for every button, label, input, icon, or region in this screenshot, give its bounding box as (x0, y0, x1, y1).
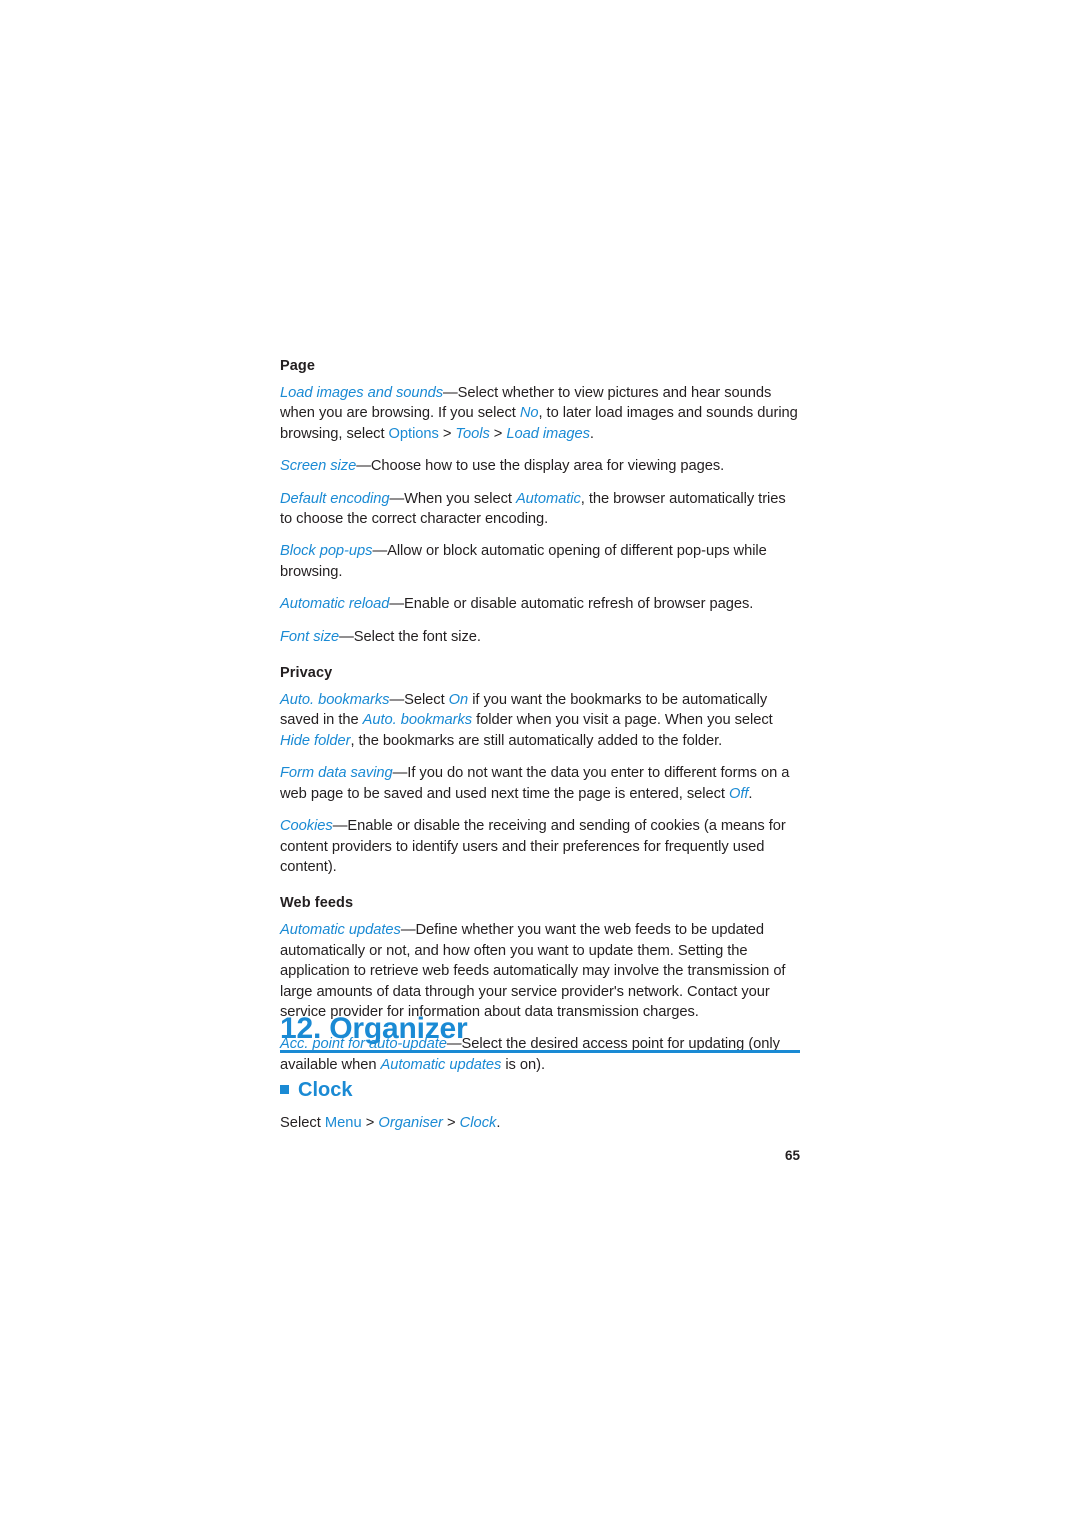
text-run: . (748, 785, 753, 802)
paragraph: Block pop-ups—Allow or block automatic o… (280, 541, 800, 582)
emphasis-term: No (519, 405, 539, 422)
privacy-paragraphs: Auto. bookmarks—Select On if you want th… (280, 690, 800, 877)
ui-term: Menu (324, 1115, 362, 1131)
emphasis-term: Default encoding (280, 490, 390, 507)
manual-page: Page Load images and sounds—Select wheth… (0, 0, 1080, 1528)
emphasis-term: Auto. bookmarks (280, 692, 390, 709)
emphasis-term: Cookies (280, 818, 333, 835)
heading-page: Page (280, 358, 316, 374)
text-run: folder when you visit a page. When you s… (472, 712, 773, 729)
text-run: —Enable or disable automatic refresh of … (389, 596, 754, 613)
emphasis-term: Off (728, 785, 749, 802)
text-run: > (361, 1115, 379, 1131)
emphasis-term: Form data saving (280, 765, 393, 782)
text-run: —Enable or disable the receiving and sen… (280, 818, 786, 875)
emphasis-term: Load images (506, 425, 590, 442)
heading-web-feeds: Web feeds (280, 895, 354, 912)
text-run: > (438, 425, 456, 442)
emphasis-term: Organiser (378, 1115, 443, 1131)
clock-select-path: Select Menu > Organiser > Clock. (280, 1113, 800, 1133)
text-run: Select (280, 1115, 325, 1131)
text-run: , the bookmarks are still automatically … (350, 732, 723, 749)
body-content: Page Load images and sounds—Select wheth… (280, 358, 800, 1075)
emphasis-term: Block pop-ups (280, 543, 373, 560)
emphasis-term: Load images and sounds (280, 385, 444, 401)
ui-term: Options (388, 425, 439, 442)
text-run: > (489, 425, 507, 442)
paragraph: Auto. bookmarks—Select On if you want th… (280, 690, 800, 751)
emphasis-term: Font size (280, 628, 340, 645)
paragraph: Automatic reload—Enable or disable autom… (280, 594, 800, 614)
text-run: —Choose how to use the display area for … (356, 458, 725, 475)
paragraph: Cookies—Enable or disable the receiving … (280, 816, 800, 877)
text-run: —Select (389, 692, 449, 709)
square-bullet-icon (280, 1084, 289, 1094)
text-run: . (496, 1115, 501, 1131)
text-run: is on). (501, 1056, 545, 1073)
section-title-label: Clock (298, 1079, 353, 1101)
text-run: . (589, 425, 594, 442)
emphasis-term: Clock (459, 1115, 497, 1131)
emphasis-term: Auto. bookmarks (362, 712, 473, 729)
text-run: —When you select (389, 490, 516, 507)
chapter-title: 12. Organizer (280, 1012, 468, 1045)
emphasis-term: Automatic updates (280, 922, 401, 939)
paragraph: Font size—Select the font size. (280, 627, 800, 647)
paragraph: Automatic updates—Define whether you wan… (280, 920, 800, 1022)
emphasis-term: Automatic updates (380, 1056, 502, 1073)
chapter-underline (280, 1050, 800, 1053)
heading-privacy: Privacy (280, 665, 333, 682)
emphasis-term: Automatic reload (280, 596, 390, 613)
page-paragraphs: Load images and sounds—Select whether to… (280, 383, 800, 647)
paragraph: Default encoding—When you select Automat… (280, 489, 800, 530)
paragraph: Screen size—Choose how to use the displa… (280, 456, 800, 476)
emphasis-term: Automatic (515, 490, 581, 507)
page-number: 65 (784, 1148, 800, 1163)
section-title-clock: Clock (280, 1078, 800, 1102)
section-heading-block: Clock (280, 1078, 800, 1102)
emphasis-term: Tools (455, 425, 490, 442)
chapter-heading-block: 12. Organizer (280, 1012, 800, 1053)
emphasis-term: Screen size (280, 458, 357, 475)
emphasis-term: On (448, 692, 469, 709)
text-run: > (442, 1115, 460, 1131)
paragraph: Load images and sounds—Select whether to… (280, 383, 800, 444)
text-run: —Select the font size. (339, 628, 481, 645)
emphasis-term: Hide folder (280, 732, 351, 749)
paragraph: Form data saving—If you do not want the … (280, 763, 800, 804)
